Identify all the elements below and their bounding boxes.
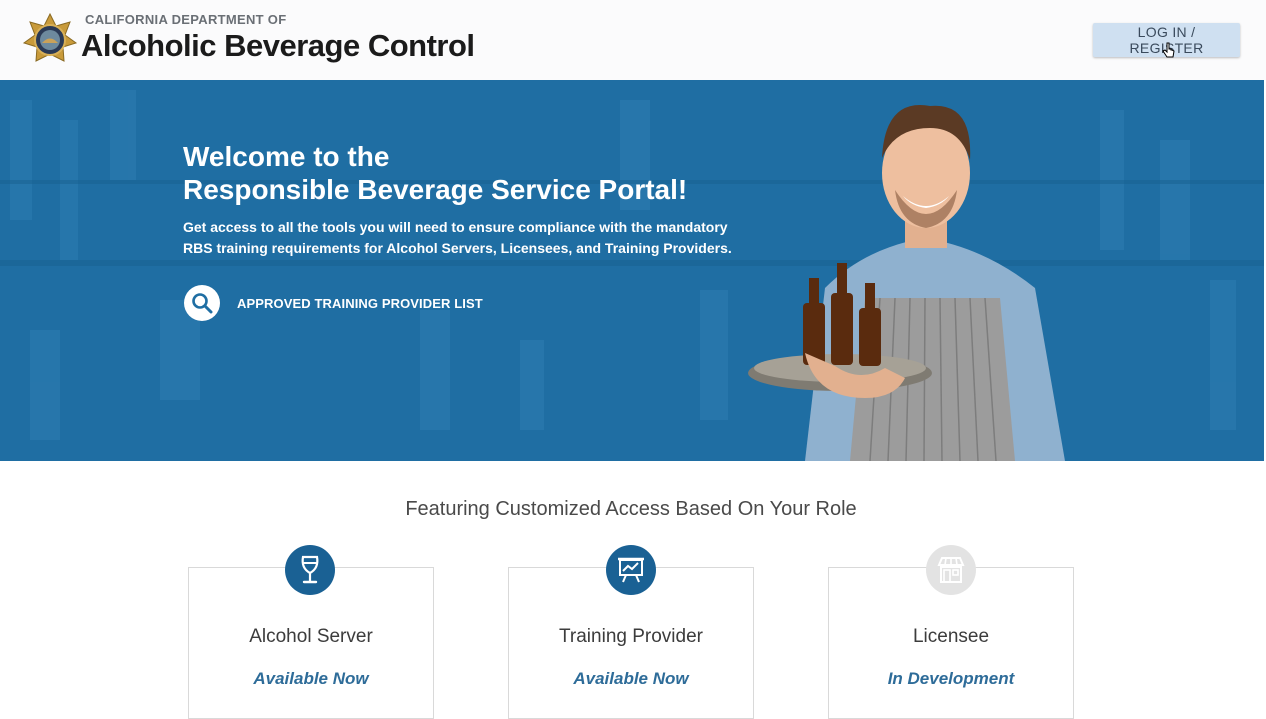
card-status: In Development [887,669,1015,688]
bartender-photo [748,105,1065,461]
department-label: CALIFORNIA DEPARTMENT OF [85,12,287,27]
card-title: Licensee [912,626,990,647]
wine-glass-icon [285,545,335,595]
card-status: Available Now [573,669,689,688]
hero-title-line-1: Welcome to the [183,141,390,172]
search-icon[interactable] [184,285,220,321]
presentation-board-icon [606,545,656,595]
approved-provider-list-link[interactable]: APPROVED TRAINING PROVIDER LIST [184,285,483,321]
card-status: Available Now [253,669,369,688]
pointer-cursor-icon [1162,42,1175,58]
card-title: Alcohol Server [249,626,373,647]
card-title: Training Provider [559,626,703,647]
provider-list-label[interactable]: APPROVED TRAINING PROVIDER LIST [237,296,483,311]
site-header: CALIFORNIA DEPARTMENT OF Alcoholic Bever… [0,0,1266,80]
hero-title-line-2: Responsible Beverage Service Portal! [183,174,688,205]
organization-title[interactable]: Alcoholic Beverage Control [81,28,475,64]
hero-banner: Welcome to the Responsible Beverage Serv… [0,80,1264,461]
storefront-icon [926,545,976,595]
hero-description: Get access to all the tools you will nee… [183,219,732,256]
hero-title: Welcome to the Responsible Beverage Serv… [183,140,783,206]
feature-heading: Featuring Customized Access Based On You… [405,498,857,520]
state-seal-icon[interactable] [22,12,78,68]
